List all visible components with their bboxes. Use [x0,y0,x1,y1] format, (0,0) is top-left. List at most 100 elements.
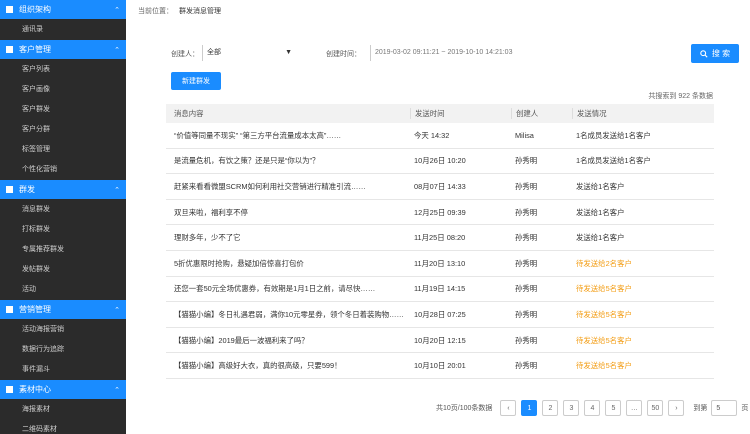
header-time: 发送时间 [410,108,511,119]
message-content: 赶紧来看看微盟SCRM如何利用社交营销进行精准引流…… [174,181,366,191]
send-time: 11月25日 08:20 [414,233,466,243]
breadcrumb-label: 当前位置： [138,8,173,15]
date-label: 创建时间： [326,51,361,58]
sidebar-item[interactable]: 客户画像 [0,80,126,100]
send-time: 今天 14:32 [414,130,450,140]
sidebar-item[interactable]: 数据行为追踪 [0,340,126,360]
sidebar-section-header[interactable]: 素材中心 ⌃ [0,380,126,399]
message-content: 理财多年，少不了它 [174,233,241,243]
sidebar: 组织架构 ⌃ 通讯录 客户管理 ⌃ 客户列表 客户画像 客户群发 客户分群 标签管理 个性化营销 群发… [0,0,126,434]
header-content: 消息内容 [174,109,204,118]
creator: 孙秀明 [515,335,538,345]
page-jump: 到第 5 页 [693,400,748,416]
creator: 孙秀明 [515,258,538,268]
chevron-up-icon: ⌃ [114,6,120,14]
table-row[interactable]: 【猫猫小编】冬日礼遇君弱，满你10元零星券，领个冬日着装购物…… 10月28日 0… [166,302,714,328]
sidebar-item[interactable]: 二维码素材 [0,420,126,434]
send-status: 发送给1名客户 [576,233,625,243]
message-content: 双旦来啦，福利享不停 [174,207,248,217]
new-broadcast-button[interactable]: 新建群发 [171,72,221,90]
send-status: 待发送给5名客户 [576,309,632,319]
send-status: 发送给1名客户 [576,181,625,191]
table-row[interactable]: 理财多年，少不了它 11月25日 08:20 孙秀明 发送给1名客户 [166,225,714,251]
sidebar-item[interactable]: 活动海报营销 [0,320,126,340]
sidebar-item[interactable]: 个性化营销 [0,160,126,180]
message-content: 【猫猫小编】冬日礼遇君弱，满你10元零星券，领个冬日着装购物…… [174,309,404,319]
sidebar-item[interactable]: 通讯录 [0,20,126,40]
send-time: 10月26日 10:20 [414,156,466,166]
chevron-up-icon: ⌃ [114,306,120,314]
breadcrumb: 当前位置： 群发消息管理 [138,6,221,16]
message-content: “价值等同量不现实” “第三方平台流量成本太高”…… [174,130,342,140]
chevron-up-icon: ⌃ [114,46,120,54]
send-status: 待发送给2名客户 [576,258,632,268]
table-row[interactable]: 【猫猫小编】2019最后一波福利来了吗？ 10月20日 12:15 孙秀明 待发送给5… [166,328,714,354]
goto-page-input[interactable]: 5 [711,400,738,416]
table-row[interactable]: 还您一套50元全场优惠券，有效期是1月1日之前，请尽快…… 11月19日 14:1… [166,277,714,303]
sidebar-item[interactable]: 打标群发 [0,220,126,240]
sidebar-section-header[interactable]: 群发 ⌃ [0,180,126,199]
creator-select[interactable]: 全部 ▼ [202,45,294,61]
next-page-button[interactable]: › [668,400,685,416]
prev-page-button[interactable]: ‹ [500,400,517,416]
sidebar-item[interactable]: 客户群发 [0,100,126,120]
page-button[interactable]: 50 [647,400,664,416]
table-row[interactable]: 双旦来啦，福利享不停 12月25日 09:39 孙秀明 发送给1名客户 [166,200,714,226]
chevron-up-icon: ⌃ [114,386,120,394]
table-row[interactable]: 5折优惠限时抢购，悬疑加倍惊喜打包价 11月20日 13:10 孙秀明 待发送给2名客… [166,251,714,277]
sidebar-item[interactable]: 消息群发 [0,200,126,220]
chevron-up-icon: ⌃ [114,186,120,194]
page-button[interactable]: 5 [605,400,622,416]
send-status: 发送给1名客户 [576,207,625,217]
section-title: 客户管理 [19,45,51,54]
section-icon [6,386,13,393]
message-content: 【猫猫小编】2019最后一波福利来了吗？ [174,335,309,345]
message-content: 是流量危机，有饮之策？还是只是“你以为”？ [174,156,320,166]
page-button[interactable]: 1 [521,400,538,416]
sidebar-item[interactable]: 事件漏斗 [0,360,126,380]
page-button[interactable]: 3 [563,400,580,416]
page-button[interactable]: 2 [542,400,559,416]
section-title: 素材中心 [19,385,51,394]
creator: Milisa [515,130,534,140]
section-title: 群发 [19,185,35,194]
send-time: 12月25日 09:39 [414,207,466,217]
send-time: 11月20日 13:10 [414,258,466,268]
page-button[interactable]: 4 [584,400,601,416]
section-icon [6,186,13,193]
section-title: 营销管理 [19,305,51,314]
sidebar-item[interactable]: 海报素材 [0,400,126,420]
send-status: 1名成员发送给1名客户 [576,156,651,166]
sidebar-item[interactable]: 发帖群发 [0,260,126,280]
broadcast-table: 消息内容 发送时间 创建人 发送情况 “价值等同量不现实” “第三方平台流量成本… [166,104,714,379]
search-button[interactable]: 搜 索 [691,44,739,63]
sidebar-item[interactable]: 客户分群 [0,120,126,140]
search-button-label: 搜 索 [711,49,731,58]
table-row[interactable]: 赶紧来看看微盟SCRM如何利用社交营销进行精准引流…… 08月07日 14:33 孙… [166,174,714,200]
section-icon [6,6,13,13]
table-row[interactable]: 【猫猫小编】高级好大衣，真的很高级，只要599！ 10月10日 20:01 孙秀明 待… [166,353,714,379]
date-range-input[interactable]: 2019-03-02 09:11:21 ~ 2019-10-10 14:21:0… [370,45,522,61]
creator: 孙秀明 [515,361,538,371]
sidebar-item[interactable]: 客户列表 [0,60,126,80]
send-status: 待发送给5名客户 [576,335,632,345]
table-row[interactable]: “价值等同量不现实” “第三方平台流量成本太高”…… 今天 14:32 Milisa… [166,123,714,149]
sidebar-item[interactable]: 专属推荐群发 [0,240,126,260]
message-content: 5折优惠限时抢购，悬疑加倍惊喜打包价 [174,258,304,268]
table-row[interactable]: 是流量危机，有饮之策？还是只是“你以为”？ 10月26日 10:20 孙秀明 1名成员… [166,149,714,175]
sidebar-item[interactable]: 标签管理 [0,140,126,160]
creator: 孙秀明 [515,309,538,319]
section-title: 组织架构 [19,5,51,14]
sidebar-section-header[interactable]: 组织架构 ⌃ [0,0,126,19]
sidebar-section-header[interactable]: 营销管理 ⌃ [0,300,126,319]
pagination: 共10页/100条数据 ‹ 1 2 3 4 5… 50 › 到第 5 页 [436,400,748,416]
sidebar-section-header[interactable]: 客户管理 ⌃ [0,40,126,59]
creator: 孙秀明 [515,156,538,166]
send-time: 11月19日 14:15 [414,284,466,294]
goto-label: 到第 [693,405,708,412]
sidebar-item[interactable]: 活动 [0,280,126,300]
page-button[interactable]: … [626,400,643,416]
creator: 孙秀明 [515,181,538,191]
header-creator: 创建人 [511,108,572,119]
send-time: 10月28日 07:25 [414,309,466,319]
